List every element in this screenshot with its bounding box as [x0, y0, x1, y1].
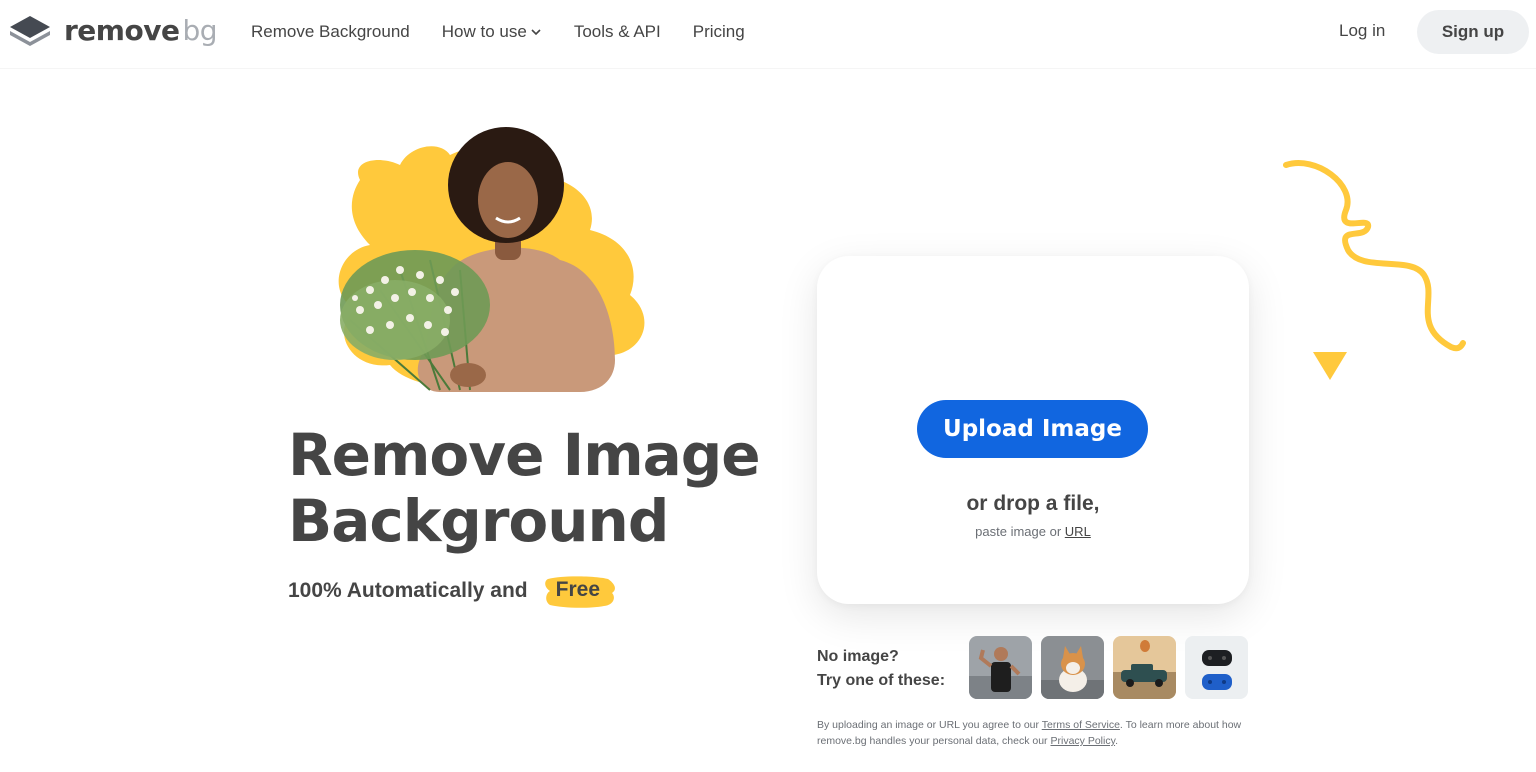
url-link[interactable]: URL — [1065, 524, 1091, 539]
game-controllers-thumbnail — [1185, 636, 1248, 699]
yellow-squiggle-decoration — [1283, 160, 1466, 352]
logo-wordmark: remove bg — [64, 14, 217, 47]
nav-tools-api[interactable]: Tools & API — [574, 22, 661, 42]
no-image-line1: No image? — [817, 648, 899, 665]
nav-remove-background[interactable]: Remove Background — [251, 22, 410, 42]
nav-how-to-use[interactable]: How to use — [442, 22, 542, 42]
vintage-car-thumbnail — [1113, 636, 1176, 699]
no-image-line2: Try one of these: — [817, 672, 946, 689]
legal-text-3: . — [1115, 735, 1118, 747]
removebg-logo[interactable]: remove bg — [8, 14, 217, 48]
no-image-label: No image? Try one of these: — [817, 645, 945, 693]
hero-subtitle-text: 100% Automatically and — [288, 579, 528, 602]
sample-game-controllers[interactable] — [1185, 636, 1248, 699]
free-badge: Free — [542, 576, 615, 608]
woman-flexing-thumbnail — [969, 636, 1032, 699]
chevron-down-icon — [531, 29, 541, 36]
hero-title: Remove Image Background — [288, 421, 761, 555]
sample-images — [969, 636, 1257, 699]
paste-hint: paste image or URL — [817, 524, 1249, 539]
sample-woman-flexing[interactable] — [969, 636, 1032, 699]
nav-pricing[interactable]: Pricing — [693, 22, 745, 42]
logo-layers-icon — [10, 16, 50, 46]
hero-subtitle: 100% Automatically and Free — [288, 576, 615, 608]
main-nav: Remove Background How to use Tools & API… — [251, 0, 777, 64]
signup-button[interactable]: Sign up — [1417, 10, 1529, 54]
legal-text-1: By uploading an image or URL you agree t… — [817, 719, 1039, 731]
terms-of-service-link[interactable]: Terms of Service — [1042, 719, 1120, 731]
legal-notice: By uploading an image or URL you agree t… — [817, 717, 1257, 749]
corgi-dog-thumbnail — [1041, 636, 1104, 699]
paste-hint-text: paste image or — [975, 524, 1062, 539]
top-header: remove bg Remove Background How to use To… — [0, 0, 1536, 68]
upload-image-button[interactable]: Upload Image — [917, 400, 1148, 458]
privacy-policy-link[interactable]: Privacy Policy — [1050, 735, 1115, 747]
hero-woman-flowers-image — [338, 127, 645, 392]
yellow-triangle-decoration — [1313, 352, 1347, 380]
drop-file-text: or drop a file, — [966, 492, 1100, 515]
sample-corgi-dog[interactable] — [1041, 636, 1104, 699]
sample-vintage-car[interactable] — [1113, 636, 1176, 699]
upload-card[interactable]: Upload Image or drop a file, paste image… — [817, 256, 1249, 604]
login-link[interactable]: Log in — [1339, 21, 1385, 41]
